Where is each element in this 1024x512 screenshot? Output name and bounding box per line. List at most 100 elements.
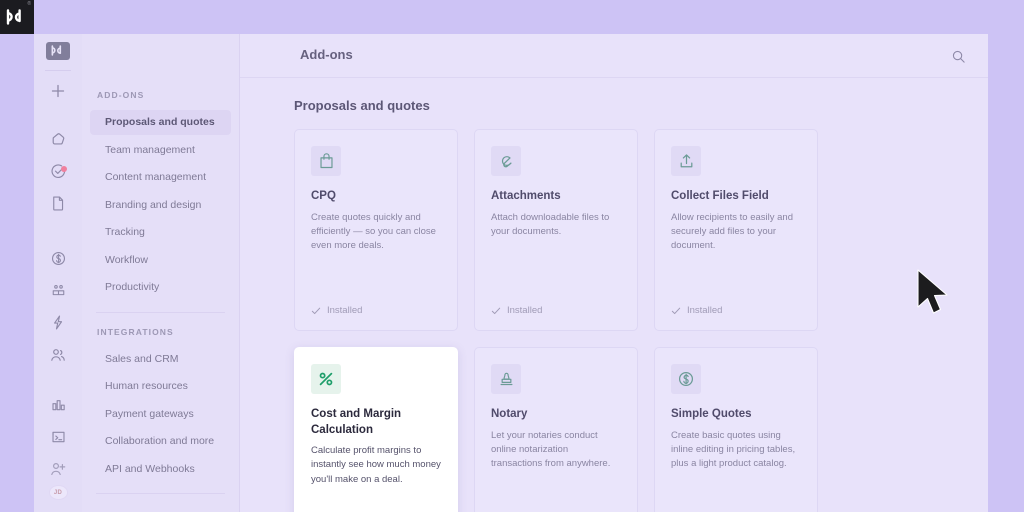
addon-icon-box [491,364,521,394]
screen: ® JD ADD-ONS Proposals and quotes Team m… [0,0,1024,512]
addon-status: Installed [671,305,722,316]
nav-section-installed: Installed add-ons [82,508,239,512]
avatar-initials: JD [53,489,63,496]
addon-description: Create basic quotes using inline editing… [671,429,796,470]
addon-icon-box [311,146,341,176]
nav-heading-integrations: INTEGRATIONS [97,326,174,337]
addon-card-notary[interactable]: Notary Let your notaries conduct online … [474,347,638,512]
brand-chip: ® [0,0,34,34]
nav-heading-addons: ADD-ONS [97,90,145,100]
addon-description: Attach downloadable files to your docume… [491,211,610,237]
page-title: Add-ons [300,47,353,62]
search-button[interactable] [949,47,967,65]
rail-item-invite-people[interactable] [43,458,73,480]
addon-card-collect-files-field[interactable]: Collect Files Field Allow recipients to … [654,129,818,331]
nav-item-productivity[interactable]: Productivity [90,275,231,300]
rail-divider [45,69,71,71]
addon-card-cpq[interactable]: CPQ Create quotes quickly and efficientl… [294,129,458,331]
pandadoc-logo-icon [51,45,61,57]
addon-description: Calculate profit margins to instantly se… [311,445,441,485]
stamp-icon [500,372,512,386]
addon-icon-box [671,146,701,176]
avatar[interactable]: JD [48,485,68,500]
rail-item-quotes[interactable] [43,247,73,269]
rail-item-home[interactable] [43,128,73,150]
addon-card-grid: CPQ Create quotes quickly and efficientl… [294,129,966,512]
addon-card-attachments[interactable]: Attachments Attach downloadable files to… [474,129,638,331]
nav-divider [96,311,225,313]
check-icon [671,307,681,314]
addon-title: Attachments [491,190,561,202]
nav-section-addons: ADD-ONS Proposals and quotes Team manage… [82,90,239,300]
addon-status-label: Installed [687,305,723,316]
nav-item-installed-add-ons[interactable]: Installed add-ons [90,508,231,512]
addon-card-simple-quotes[interactable]: Simple Quotes Create basic quotes using … [654,347,818,512]
rail-item-tasks[interactable] [43,160,73,182]
section-title: Proposals and quotes [294,98,430,113]
nav-item-team-management[interactable]: Team management [90,138,231,163]
nav-divider [96,493,225,494]
secondary-nav: ADD-ONS Proposals and quotes Team manage… [82,34,240,512]
addon-title: Collect Files Field [671,190,769,202]
check-icon [311,307,321,314]
rail-item-create-new[interactable] [43,80,73,102]
nav-item-proposals-and-quotes[interactable]: Proposals and quotes [90,110,231,135]
addon-status: Installed [311,305,362,316]
home-pentagon-icon [52,132,64,145]
rail-item-catalog[interactable] [43,279,73,301]
addon-description: Allow recipients to easily and securely … [671,211,793,252]
nav-section-integrations: INTEGRATIONS Sales and CRM Human resourc… [82,327,239,482]
addon-title: Notary [491,408,528,420]
addon-description: Let your notaries conduct online notariz… [491,429,611,470]
addon-icon-box [311,364,341,394]
search-icon [952,50,965,63]
topbar: Add-ons [240,34,988,78]
dollar-circle-icon [678,371,694,387]
nav-item-tracking[interactable]: Tracking [90,220,231,245]
nav-item-sales-and-crm[interactable]: Sales and CRM [90,347,231,372]
dollar-circle-icon [51,251,65,265]
nav-item-human-resources[interactable]: Human resources [90,374,231,399]
addon-card-cost-and-margin-calculation[interactable]: Cost and Margin Calculation Calculate pr… [294,347,458,512]
addon-icon-box [491,146,521,176]
registered-mark: ® [27,1,31,7]
content-area: Proposals and quotes CPQ Create quotes q… [240,78,988,512]
percent-icon [319,372,333,386]
add-user-icon [51,463,66,476]
main-panel: Add-ons Proposals and quotes CPQ Create … [240,34,988,512]
nav-item-api-and-webhooks[interactable]: API and Webhooks [90,457,231,482]
check-icon [491,307,501,314]
addon-status-label: Installed [327,305,363,316]
contacts-icon [51,348,65,361]
addon-description: Create quotes quickly and efficiently — … [311,211,436,252]
nav-item-payment-gateways[interactable]: Payment gateways [90,402,231,427]
plus-icon [51,84,65,97]
document-icon [53,196,64,211]
addon-title: CPQ [311,190,336,202]
paperclip-icon [501,156,511,168]
icon-rail: JD [34,34,82,512]
rail-item-reporting[interactable] [43,394,73,416]
bar-chart-icon [51,399,65,411]
addon-icon-box [671,364,701,394]
shopping-bag-icon [319,153,333,169]
addon-title: Cost and Margin Calculation [311,408,402,436]
addon-status: Installed [491,305,542,316]
nav-item-content-management[interactable]: Content management [90,165,231,190]
nav-item-workflow[interactable]: Workflow [90,248,231,273]
addon-title: Simple Quotes [671,408,752,420]
rail-item-contacts[interactable] [43,344,73,366]
catalog-icon [52,284,64,295]
nav-item-collaboration-and-more[interactable]: Collaboration and more [90,429,231,454]
rail-item-automations[interactable] [43,311,73,333]
upload-icon [680,154,692,168]
lightning-icon [54,315,63,330]
rail-item-documents[interactable] [43,193,73,215]
pandadoc-logo-icon [6,9,21,25]
terminal-icon [51,431,65,443]
nav-item-branding-and-design[interactable]: Branding and design [90,193,231,218]
rail-pandadoc-logo[interactable] [46,42,70,60]
rail-item-developers[interactable] [43,426,73,448]
addon-status-label: Installed [507,305,543,316]
app-window: JD ADD-ONS Proposals and quotes Team man… [34,34,988,512]
